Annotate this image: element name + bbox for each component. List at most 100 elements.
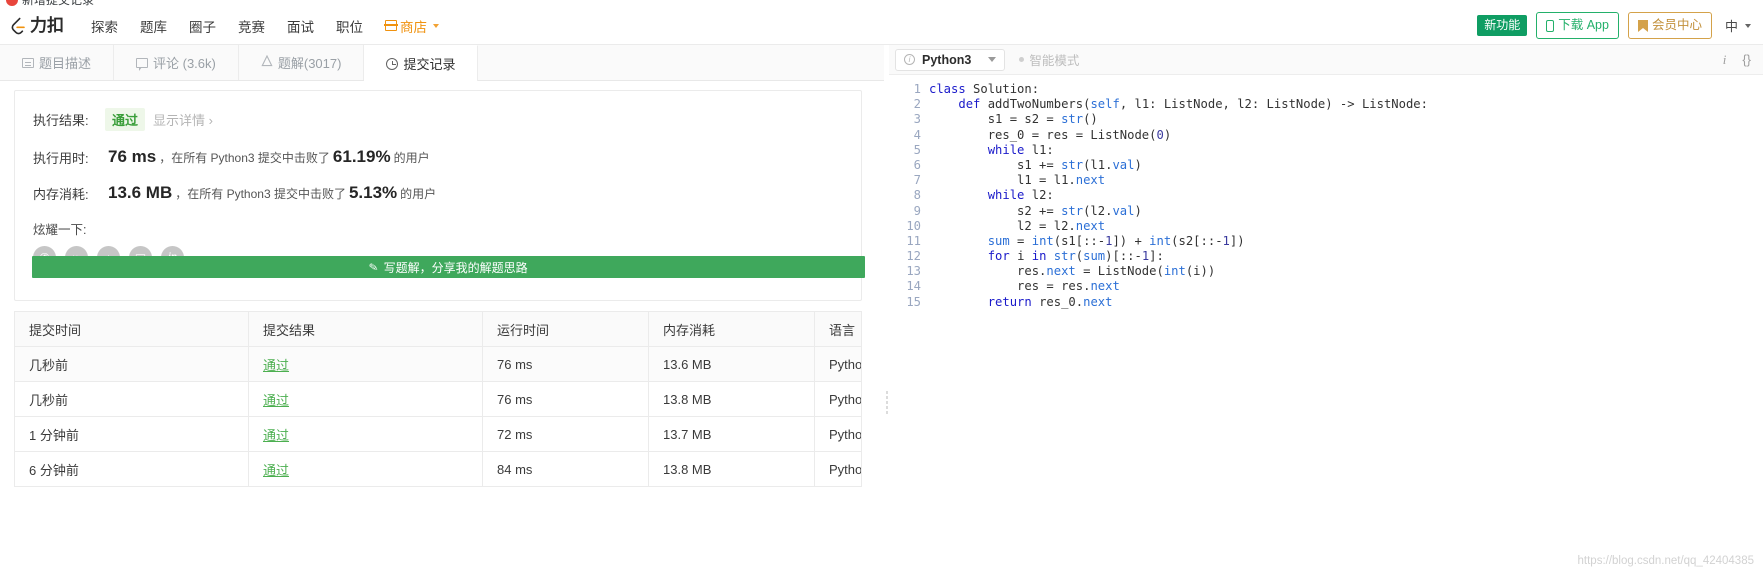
nav-item-shop-label: 商店 xyxy=(400,19,427,35)
new-feature-badge[interactable]: 新功能 xyxy=(1477,15,1528,36)
write-solution-button[interactable]: ✎ 写题解，分享我的解题思路 xyxy=(32,256,865,278)
code-line: 9 s2 += str(l2.val) xyxy=(889,204,1763,219)
format-code-icon[interactable]: {} xyxy=(1742,52,1751,67)
runtime-value: 76 ms xyxy=(108,147,157,166)
submission-result-link[interactable]: 通过 xyxy=(263,460,289,479)
smart-mode-toggle[interactable]: 智能模式 xyxy=(1019,50,1079,69)
memory-value: 13.6 MB xyxy=(108,183,173,202)
language-label: 中 xyxy=(1724,19,1738,34)
tab-solutions[interactable]: 题解(3017) xyxy=(239,45,365,80)
code-line: 7 l1 = l1.next xyxy=(889,173,1763,188)
submission-result-link[interactable]: 通过 xyxy=(263,355,289,374)
tab-submissions-label: 提交记录 xyxy=(403,57,456,72)
cell-time: 1 分钟前 xyxy=(15,417,249,451)
vip-center-label: 会员中心 xyxy=(1651,18,1702,33)
line-number: 15 xyxy=(906,294,921,309)
language-switcher[interactable]: 中 xyxy=(1721,16,1751,35)
smart-mode-label: 智能模式 xyxy=(1029,54,1080,68)
table-row[interactable]: 几秒前 通过 76 ms 13.8 MB Python3 xyxy=(15,382,861,417)
code-line: 11 sum = int(s1[::-1]) + int(s2[::-1]) xyxy=(889,234,1763,249)
line-number: 7 xyxy=(913,173,921,188)
line-number: 10 xyxy=(906,218,921,233)
nav-item-problems[interactable]: 题库 xyxy=(129,16,178,36)
code-line-text: res.next = ListNode(int(i)) xyxy=(929,264,1216,279)
line-number: 4 xyxy=(913,127,921,142)
submission-result-link[interactable]: 通过 xyxy=(263,425,289,444)
code-line-text: class Solution: xyxy=(929,82,1040,96)
execution-result-row: 执行结果: 通过 显示详情 › xyxy=(33,108,436,131)
language-selector[interactable]: i Python3 xyxy=(895,48,1006,71)
line-number: 13 xyxy=(906,264,921,279)
top-navigation-bar: 力扣 探索 题库 圈子 竞赛 面试 职位 商店 新功能 下载 App 会员中心 … xyxy=(0,7,1763,45)
tab-solutions-label: 题解(3017) xyxy=(277,56,342,71)
runtime-beat-prefix: ，在所有 Python3 提交中击败了 xyxy=(159,150,330,165)
code-line: 14 res = res.next xyxy=(889,279,1763,294)
memory-label: 内存消耗: xyxy=(33,186,89,202)
cell-memory: 13.8 MB xyxy=(649,382,815,416)
code-line-text: res_0 = res = ListNode(0) xyxy=(929,127,1172,142)
line-number: 5 xyxy=(913,142,921,157)
cell-memory: 13.6 MB xyxy=(649,347,815,381)
runtime-beat-suffix: 的用户 xyxy=(393,150,430,165)
code-line: 13 res.next = ListNode(int(i)) xyxy=(889,264,1763,279)
nav-item-interview[interactable]: 面试 xyxy=(276,16,325,36)
cell-language: Python3 xyxy=(829,461,861,477)
execution-result-card: 执行结果: 通过 显示详情 › 执行用时: 76 ms ，在所有 Python3… xyxy=(14,90,865,301)
table-row[interactable]: 1 分钟前 通过 72 ms 13.7 MB Python3 xyxy=(15,417,861,452)
code-line: 15 return res_0.next xyxy=(889,295,1763,310)
chevron-down-icon xyxy=(988,57,997,62)
chevron-down-icon xyxy=(1745,23,1751,28)
table-row[interactable]: 6 分钟前 通过 84 ms 13.8 MB Python3 xyxy=(15,452,861,487)
editor-toolbar-right: i {} xyxy=(1723,52,1763,68)
code-lines-container: 1 class Solution: 2 def addTwoNumbers(self… xyxy=(889,75,1763,310)
comment-icon xyxy=(136,57,149,71)
code-line-text: def addTwoNumbers(self, l1: ListNode, l2… xyxy=(958,97,1428,112)
cell-runtime: 84 ms xyxy=(483,452,649,486)
code-line: 3 s1 = s2 = str() xyxy=(889,112,1763,127)
brand-name: 力扣 xyxy=(30,16,64,35)
leetcode-logo-icon xyxy=(9,16,28,35)
cell-language: Python3 xyxy=(829,426,861,442)
clock-icon xyxy=(386,57,399,70)
info-icon: i xyxy=(904,54,915,65)
code-line-text: l1 = l1.next xyxy=(929,173,1106,188)
show-detail-link[interactable]: 显示详情 › xyxy=(153,110,213,129)
content-tab-bar: 题目描述 评论 (3.6k) 题解(3017) 提交记录 xyxy=(0,45,884,81)
nav-item-shop[interactable]: 商店 xyxy=(374,16,450,36)
brand-logo[interactable]: 力扣 xyxy=(9,16,64,35)
nav-item-circle[interactable]: 圈子 xyxy=(178,16,227,36)
line-number: 6 xyxy=(913,157,921,172)
download-app-button[interactable]: 下载 App xyxy=(1536,12,1619,39)
vip-center-button[interactable]: 会员中心 xyxy=(1627,12,1712,39)
memory-percentile: 5.13% xyxy=(348,183,398,202)
runtime-row: 执行用时: 76 ms ，在所有 Python3 提交中击败了 61.19% 的… xyxy=(33,147,436,167)
nav-right-cluster: 新功能 下载 App 会员中心 中 xyxy=(1477,12,1763,39)
code-line-text: while l2: xyxy=(987,188,1054,203)
cell-runtime: 76 ms xyxy=(483,382,649,416)
cell-memory: 13.7 MB xyxy=(649,417,815,451)
table-row[interactable]: 几秒前 通过 76 ms 13.6 MB Python3 xyxy=(15,347,861,382)
tab-description-label: 题目描述 xyxy=(39,56,92,71)
line-number: 9 xyxy=(913,203,921,218)
code-line-text: for i in str(sum)[::-1]: xyxy=(987,249,1164,264)
code-line: 12 for i in str(sum)[::-1]: xyxy=(889,249,1763,264)
tab-description[interactable]: 题目描述 xyxy=(0,45,115,80)
line-number: 1 xyxy=(913,82,921,96)
nav-item-contest[interactable]: 竞赛 xyxy=(227,16,276,36)
nav-item-explore[interactable]: 探索 xyxy=(80,16,129,36)
cell-time: 6 分钟前 xyxy=(15,452,249,486)
favicon-dot xyxy=(6,0,18,6)
line-number: 12 xyxy=(906,249,921,264)
watermark-text: https://blog.csdn.net/qq_42404385 xyxy=(1577,554,1754,567)
primary-nav-items: 探索 题库 圈子 竞赛 面试 职位 商店 xyxy=(80,16,450,36)
solution-icon xyxy=(261,54,273,70)
tab-submissions[interactable]: 提交记录 xyxy=(364,45,479,81)
runtime-label: 执行用时: xyxy=(33,150,89,166)
editor-info-icon[interactable]: i xyxy=(1723,52,1727,68)
tab-comments[interactable]: 评论 (3.6k) xyxy=(114,45,239,80)
nav-item-jobs[interactable]: 职位 xyxy=(325,16,374,36)
code-editor-area[interactable]: 1 class Solution: 2 def addTwoNumbers(self… xyxy=(889,75,1763,575)
cell-result: 通过 xyxy=(249,347,483,381)
submission-result-link[interactable]: 通过 xyxy=(263,390,289,409)
column-header-runtime: 运行时间 xyxy=(483,312,649,346)
